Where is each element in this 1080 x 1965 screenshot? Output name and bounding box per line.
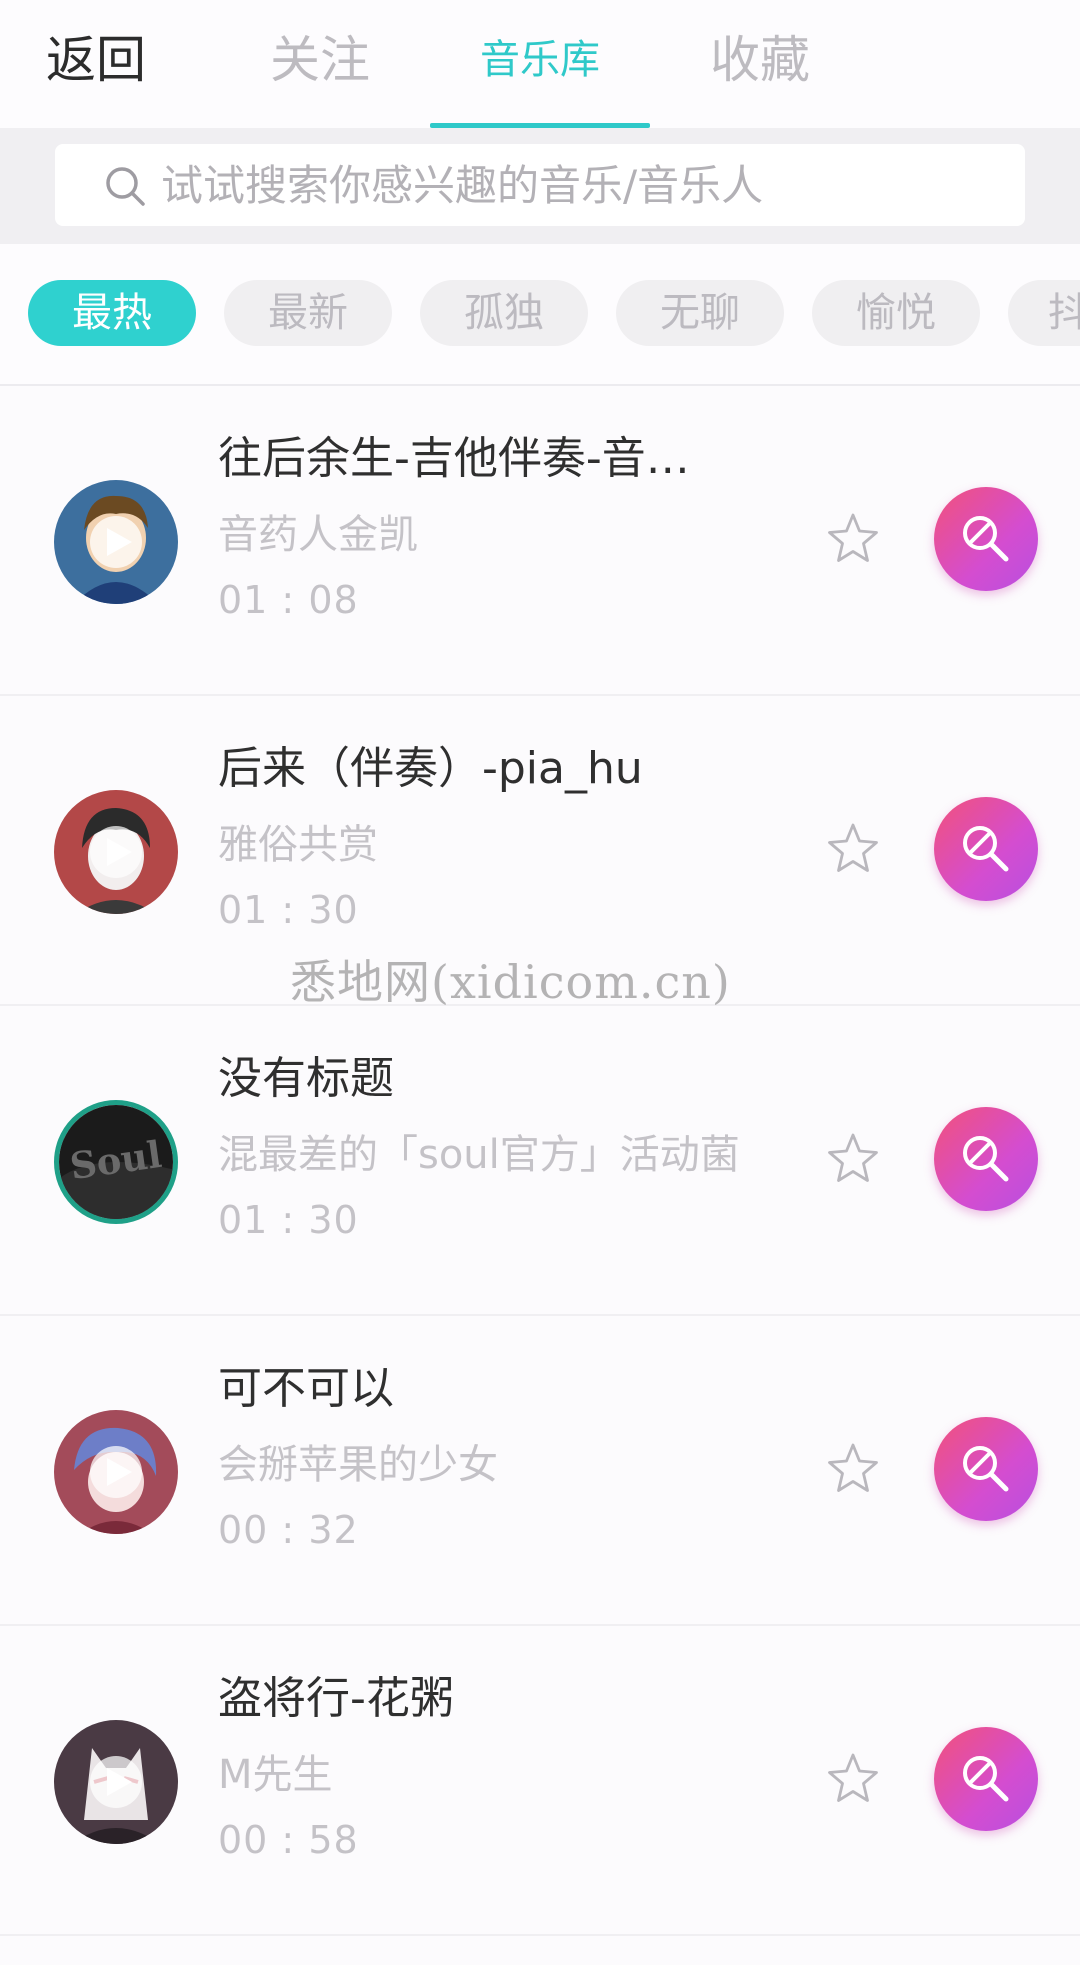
avatar[interactable] [54, 1720, 178, 1844]
search-box[interactable] [55, 144, 1025, 226]
sing-button[interactable] [934, 1417, 1038, 1521]
song-row[interactable]: Soul 没有标题 混最差的「soul官方」活动菌 01 : 30 [0, 1006, 1080, 1316]
search-input[interactable] [161, 150, 1001, 220]
star-outline-icon[interactable] [824, 1440, 882, 1498]
star-outline-icon[interactable] [824, 510, 882, 568]
song-duration: 00 : 32 [218, 1508, 359, 1552]
chip-lonely[interactable]: 孤独 [420, 280, 588, 346]
song-duration: 01 : 30 [218, 1198, 359, 1242]
filter-chip-bar: 最热 最新 孤独 无聊 愉悦 抖 [0, 244, 1080, 386]
song-artist[interactable]: M先生 [218, 1742, 808, 1800]
avatar[interactable]: Soul [54, 1100, 178, 1224]
microphone-icon [963, 1756, 1009, 1802]
back-button[interactable]: 返回 [40, 22, 152, 98]
song-title: 盗将行-花粥 [218, 1673, 454, 1724]
microphone-icon [963, 516, 1009, 562]
microphone-icon [963, 1136, 1009, 1182]
sing-button[interactable] [934, 797, 1038, 901]
chip-joyful[interactable]: 愉悦 [812, 280, 980, 346]
song-artist[interactable]: 混最差的「soul官方」活动菌 [218, 1122, 808, 1180]
chip-partial[interactable]: 抖 [1008, 280, 1080, 346]
chip-bored[interactable]: 无聊 [616, 280, 784, 346]
watermark: 悉地网(xidicom.cn) [290, 955, 731, 1009]
search-area [0, 128, 1080, 244]
top-tab-bar: 返回 关注 音乐库 收藏 [0, 0, 1080, 128]
song-artist[interactable]: 会掰苹果的少女 [218, 1432, 808, 1490]
song-title: 往后余生-吉他伴奏-音… [218, 433, 690, 484]
tab-follow[interactable]: 关注 [262, 22, 378, 98]
song-row[interactable]: 往后余生-吉他伴奏-音… 音药人金凯 01 : 08 [0, 386, 1080, 696]
song-duration: 01 : 08 [218, 578, 359, 622]
sing-button[interactable] [934, 487, 1038, 591]
song-row[interactable]: 盗将行-花粥 M先生 00 : 58 [0, 1626, 1080, 1936]
sing-button[interactable] [934, 1727, 1038, 1831]
microphone-icon [963, 1446, 1009, 1492]
star-outline-icon[interactable] [824, 1750, 882, 1808]
song-duration: 01 : 30 [218, 888, 359, 932]
chip-hottest[interactable]: 最热 [28, 280, 196, 346]
song-title: 后来（伴奏）-pia_hu [218, 743, 643, 794]
sing-button[interactable] [934, 1107, 1038, 1211]
tab-favorites[interactable]: 收藏 [704, 22, 816, 98]
star-outline-icon[interactable] [824, 1130, 882, 1188]
avatar[interactable] [54, 480, 178, 604]
star-outline-icon[interactable] [824, 820, 882, 878]
song-title: 可不可以 [218, 1363, 394, 1414]
microphone-icon [963, 826, 1009, 872]
tab-music-library[interactable]: 音乐库 [470, 22, 610, 98]
song-row[interactable]: 可不可以 会掰苹果的少女 00 : 32 [0, 1316, 1080, 1626]
avatar[interactable] [54, 1410, 178, 1534]
song-title: 没有标题 [218, 1053, 394, 1104]
chip-newest[interactable]: 最新 [224, 280, 392, 346]
song-duration: 00 : 58 [218, 1818, 359, 1862]
song-artist[interactable]: 音药人金凯 [218, 502, 808, 560]
search-icon [106, 167, 145, 206]
avatar[interactable] [54, 790, 178, 914]
song-artist[interactable]: 雅俗共赏 [218, 812, 808, 870]
